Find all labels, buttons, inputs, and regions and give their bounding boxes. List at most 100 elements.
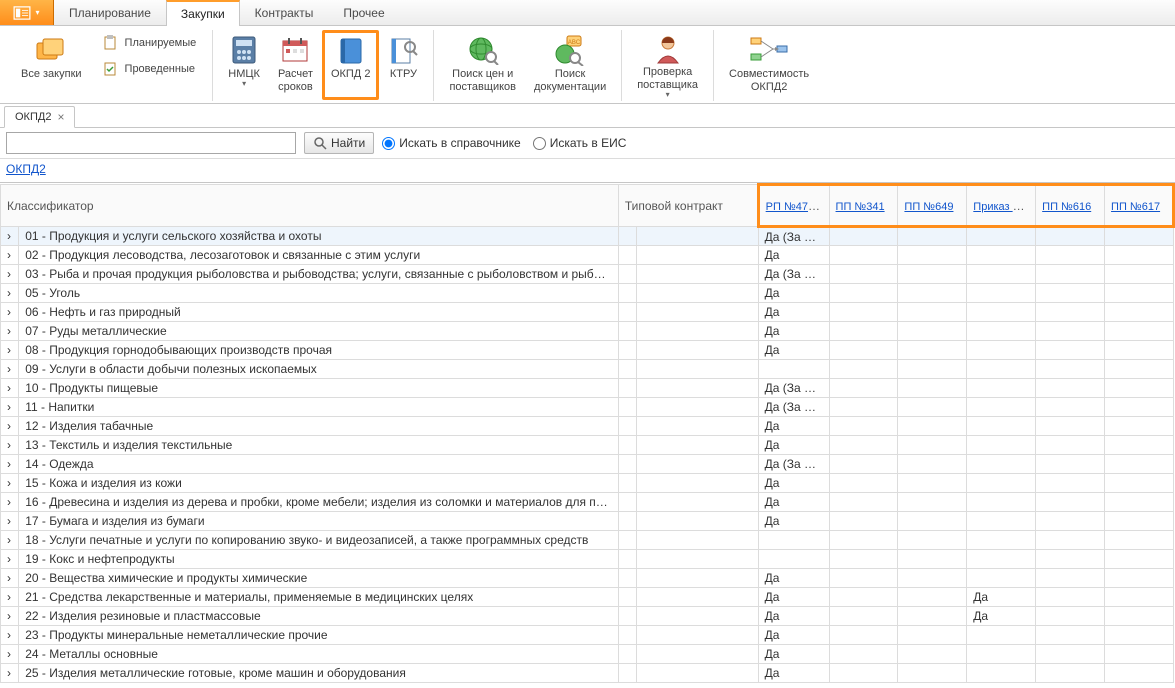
expand-icon[interactable]: › [1, 626, 19, 645]
supplier-check-button[interactable]: Проверка поставщика ▾ [628, 30, 707, 100]
table-row[interactable]: ›07 - Руды металлическиеДа [1, 322, 1174, 341]
col-prikaz126n[interactable]: Приказ №126н [967, 185, 1036, 227]
table-row[interactable]: ›19 - Кокс и нефтепродукты [1, 550, 1174, 569]
compat-button[interactable]: Совместимость ОКПД2 [720, 30, 818, 100]
value-cell: Да [758, 474, 829, 493]
expand-icon[interactable]: › [1, 360, 19, 379]
expand-icon[interactable]: › [1, 341, 19, 360]
expand-icon[interactable]: › [1, 493, 19, 512]
value-cell: Да (За ис… [758, 379, 829, 398]
expand-icon[interactable]: › [1, 474, 19, 493]
table-row[interactable]: ›18 - Услуги печатные и услуги по копиро… [1, 531, 1174, 550]
tab-contracts[interactable]: Контракты [240, 0, 329, 25]
col-link[interactable]: ПП №341 [836, 201, 885, 213]
contract-cell [637, 398, 759, 417]
table-row[interactable]: ›20 - Вещества химические и продукты хим… [1, 569, 1174, 588]
col-link[interactable]: ПП №617 [1111, 201, 1160, 213]
table-row[interactable]: ›23 - Продукты минеральные неметаллическ… [1, 626, 1174, 645]
expand-icon[interactable]: › [1, 379, 19, 398]
expand-icon[interactable]: › [1, 322, 19, 341]
expand-icon[interactable]: › [1, 246, 19, 265]
find-button[interactable]: Найти [304, 132, 374, 154]
breadcrumb-link[interactable]: ОКПД2 [6, 162, 46, 176]
col-link[interactable]: Приказ №126н [973, 199, 1035, 213]
col-pp649[interactable]: ПП №649 [898, 185, 967, 227]
radio-eis[interactable]: Искать в ЕИС [533, 136, 627, 150]
nmck-button[interactable]: НМЦК ▾ [219, 30, 269, 100]
table-row[interactable]: ›25 - Изделия металлические готовые, кро… [1, 664, 1174, 683]
expand-icon[interactable]: › [1, 303, 19, 322]
table-row[interactable]: ›15 - Кожа и изделия из кожи Да [1, 474, 1174, 493]
col-link[interactable]: ПП №616 [1042, 201, 1091, 213]
value-cell [967, 379, 1036, 398]
table-row[interactable]: ›05 - УгольДа [1, 284, 1174, 303]
expand-icon[interactable]: › [1, 265, 19, 284]
expand-icon[interactable]: › [1, 531, 19, 550]
table-row[interactable]: ›11 - НапиткиДа (За ис… [1, 398, 1174, 417]
table-row[interactable]: ›17 - Бумага и изделия из бумагиДа [1, 512, 1174, 531]
tab-purchases[interactable]: Закупки [166, 0, 240, 26]
expand-icon[interactable]: › [1, 550, 19, 569]
table-row[interactable]: ›12 - Изделия табачныеДа [1, 417, 1174, 436]
contract-cell [637, 246, 759, 265]
tab-planning[interactable]: Планирование [54, 0, 166, 25]
deadlines-button[interactable]: Расчет сроков [269, 30, 322, 100]
table-row[interactable]: ›16 - Древесина и изделия из дерева и пр… [1, 493, 1174, 512]
table-row[interactable]: ›03 - Рыба и прочая продукция рыболовств… [1, 265, 1174, 284]
table-row[interactable]: ›09 - Услуги в области добычи полезных и… [1, 360, 1174, 379]
col-pp616[interactable]: ПП №616 [1036, 185, 1105, 227]
tab-other[interactable]: Прочее [328, 0, 399, 25]
table-row[interactable]: ›10 - Продукты пищевыеДа (За ис… [1, 379, 1174, 398]
col-link[interactable]: ПП №649 [904, 201, 953, 213]
price-search-button[interactable]: Поиск цен и поставщиков [440, 30, 525, 100]
radio-input[interactable] [382, 137, 395, 150]
expand-icon[interactable]: › [1, 227, 19, 246]
expand-icon[interactable]: › [1, 436, 19, 455]
app-menu-button[interactable]: ▾ [0, 0, 54, 25]
table-row[interactable]: ›24 - Металлы основныеДа [1, 645, 1174, 664]
expand-icon[interactable]: › [1, 398, 19, 417]
table-row[interactable]: ›22 - Изделия резиновые и пластмассовыеД… [1, 607, 1174, 626]
col-link[interactable]: РП №471-р [766, 199, 824, 213]
value-cell: Да (За ис… [758, 455, 829, 474]
close-icon[interactable]: × [57, 110, 64, 124]
value-cell: Да [758, 493, 829, 512]
all-purchases-button[interactable]: Все закупки [12, 30, 91, 100]
table-row[interactable]: ›21 - Средства лекарственные и материалы… [1, 588, 1174, 607]
contract-cell-empty [618, 664, 636, 683]
expand-icon[interactable]: › [1, 284, 19, 303]
table-row[interactable]: ›13 - Текстиль и изделия текстильныеДа [1, 436, 1174, 455]
planned-button[interactable]: Планируемые [97, 32, 201, 54]
col-rp471[interactable]: РП №471-р [758, 185, 829, 227]
value-cell [829, 265, 898, 284]
expand-icon[interactable]: › [1, 588, 19, 607]
expand-icon[interactable]: › [1, 607, 19, 626]
doctab-okpd2[interactable]: ОКПД2 × [4, 106, 75, 128]
doc-search-button[interactable]: ABC Поиск документации [525, 30, 615, 100]
table-row[interactable]: ›14 - ОдеждаДа (За ис… [1, 455, 1174, 474]
expand-icon[interactable]: › [1, 569, 19, 588]
table-row[interactable]: ›02 - Продукция лесоводства, лесозаготов… [1, 246, 1174, 265]
table-row[interactable]: ›01 - Продукция и услуги сельского хозяй… [1, 227, 1174, 246]
expand-icon[interactable]: › [1, 645, 19, 664]
col-classifier[interactable]: Классификатор [1, 185, 619, 227]
expand-icon[interactable]: › [1, 417, 19, 436]
radio-directory[interactable]: Искать в справочнике [382, 136, 520, 150]
classifier-cell: 15 - Кожа и изделия из кожи [19, 474, 619, 493]
ktru-button[interactable]: КТРУ [379, 30, 427, 100]
table-row[interactable]: ›06 - Нефть и газ природныйДа [1, 303, 1174, 322]
table-row[interactable]: ›08 - Продукция горнодобывающих производ… [1, 341, 1174, 360]
contract-cell [637, 550, 759, 569]
col-standard-contract[interactable]: Типовой контракт [618, 185, 758, 227]
search-input[interactable] [6, 132, 296, 154]
expand-icon[interactable]: › [1, 512, 19, 531]
expand-icon[interactable]: › [1, 664, 19, 683]
expand-icon[interactable]: › [1, 455, 19, 474]
col-pp617[interactable]: ПП №617 [1105, 185, 1174, 227]
col-pp341[interactable]: ПП №341 [829, 185, 898, 227]
radio-input[interactable] [533, 137, 546, 150]
contract-cell [637, 303, 759, 322]
conducted-button[interactable]: Проведенные [97, 58, 201, 80]
okpd2-button[interactable]: ОКПД 2 [322, 30, 380, 100]
value-cell [1105, 303, 1174, 322]
